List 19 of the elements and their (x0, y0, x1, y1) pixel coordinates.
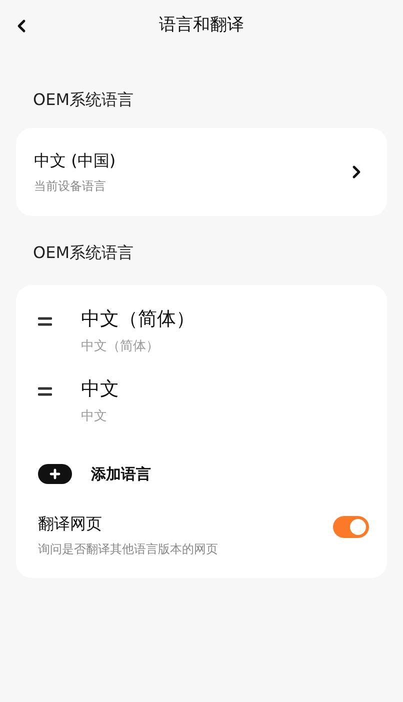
chevron-left-icon (17, 19, 27, 33)
current-language-description: 当前设备语言 (34, 178, 107, 195)
language-name: 中文（简体） (81, 307, 195, 331)
section-title: OEM系统语言 (33, 242, 134, 264)
translate-label: 翻译网页 (38, 513, 103, 535)
translate-toggle[interactable] (333, 516, 369, 538)
chevron-right-icon (352, 165, 361, 179)
language-name: 中文 (81, 376, 119, 400)
page-title: 语言和翻译 (159, 14, 244, 38)
language-subtitle: 中文（简体） (81, 338, 160, 356)
drag-handle-icon[interactable] (38, 386, 52, 396)
section-title: OEM系统语言 (33, 89, 134, 111)
plus-icon (38, 464, 72, 484)
translate-description: 询问是否翻译其他语言版本的网页 (38, 541, 219, 558)
current-language-label: 中文 (中国) (34, 150, 117, 172)
current-language-card[interactable]: 中文 (中国) 当前设备语言 (16, 128, 387, 216)
language-subtitle: 中文 (81, 408, 108, 426)
drag-handle-icon[interactable] (38, 317, 52, 326)
add-language-button[interactable]: 添加语言 (38, 462, 151, 486)
